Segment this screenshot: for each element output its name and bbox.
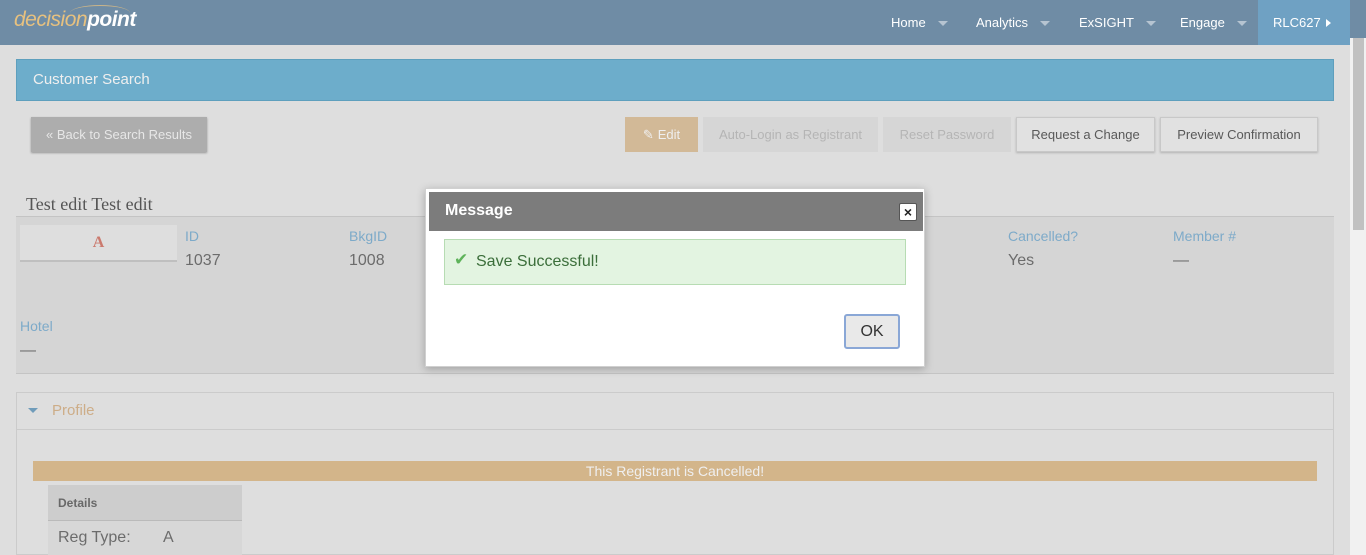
nav-home[interactable]: Home (891, 0, 948, 45)
chevron-down-icon (937, 21, 948, 26)
success-message: Save Successful! (476, 253, 599, 270)
chevron-down-icon (1236, 21, 1247, 26)
top-navbar (0, 0, 1366, 45)
nav-engage-label: Engage (1180, 15, 1225, 30)
logo-part2: point (87, 8, 136, 31)
ok-button[interactable]: OK (844, 314, 900, 349)
chevron-down-icon (1040, 21, 1051, 26)
logo-part1: decision (14, 8, 88, 31)
close-icon[interactable]: × (899, 203, 917, 221)
nav-analytics[interactable]: Analytics (976, 0, 1051, 45)
nav-user-menu[interactable]: RLC627 (1258, 0, 1350, 45)
dialog-title: Message (445, 202, 513, 219)
nav-engage[interactable]: Engage (1180, 0, 1247, 45)
nav-exsight[interactable]: ExSIGHT (1079, 0, 1156, 45)
nav-analytics-label: Analytics (976, 15, 1029, 30)
dialog-header: Message × (429, 192, 923, 231)
page-scrollbar[interactable] (1350, 38, 1366, 555)
checkmark-icon: ✔ (454, 250, 469, 269)
nav-user-label: RLC627 (1273, 15, 1321, 30)
scrollbar-thumb[interactable] (1353, 38, 1364, 230)
success-alert: ✔ Save Successful! (444, 239, 906, 285)
nav-home-label: Home (891, 15, 926, 30)
logo[interactable]: decisionpoint (14, 8, 136, 32)
message-dialog: Message × ✔ Save Successful! OK (425, 188, 925, 367)
chevron-right-icon (1325, 18, 1331, 27)
nav-exsight-label: ExSIGHT (1079, 15, 1134, 30)
chevron-down-icon (1145, 21, 1156, 26)
